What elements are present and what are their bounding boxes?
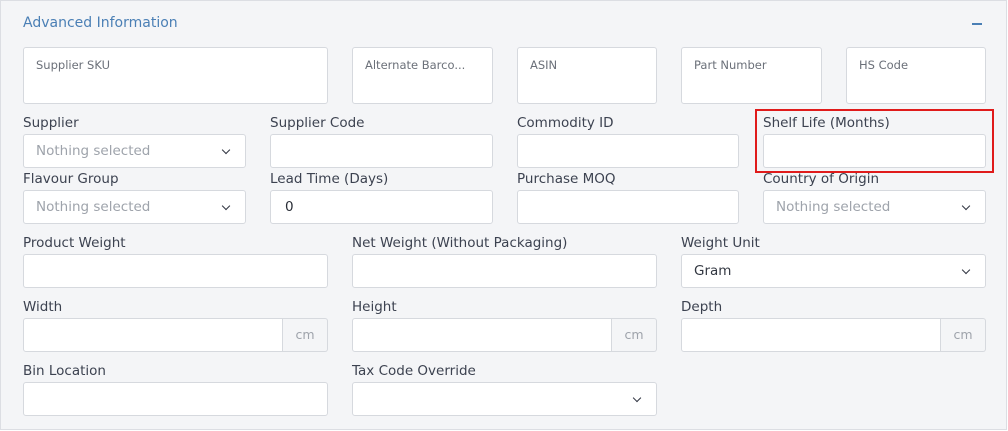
depth-input[interactable] — [681, 318, 941, 352]
supplier-sku-placeholder: Supplier SKU — [36, 58, 110, 72]
alternate-barcode-field[interactable]: Alternate Barco... — [352, 47, 493, 104]
flavour-group-select[interactable]: Nothing selected — [23, 190, 246, 224]
supplier-code-label: Supplier Code — [270, 115, 365, 131]
commodity-id-input[interactable] — [517, 134, 739, 168]
purchase-moq-input[interactable] — [517, 190, 739, 224]
asin-placeholder: ASIN — [530, 58, 558, 72]
chevron-down-icon — [632, 393, 642, 403]
commodity-id-label: Commodity ID — [517, 115, 614, 131]
lead-time-value: 0 — [285, 199, 294, 215]
section-title[interactable]: Advanced Information — [23, 15, 178, 31]
flavour-group-label: Flavour Group — [23, 171, 119, 187]
tax-code-override-select[interactable] — [352, 382, 657, 416]
supplier-select[interactable]: Nothing selected — [23, 134, 246, 168]
supplier-sku-field[interactable]: Supplier SKU — [23, 47, 328, 104]
chevron-down-icon — [961, 201, 971, 211]
tax-code-override-label: Tax Code Override — [352, 363, 476, 379]
part-number-placeholder: Part Number — [694, 58, 767, 72]
flavour-group-value: Nothing selected — [36, 199, 151, 215]
width-input[interactable] — [23, 318, 283, 352]
depth-unit: cm — [941, 318, 986, 352]
minus-icon[interactable] — [969, 13, 985, 33]
country-of-origin-select[interactable]: Nothing selected — [763, 190, 986, 224]
country-of-origin-value: Nothing selected — [776, 199, 891, 215]
net-weight-label: Net Weight (Without Packaging) — [352, 235, 568, 251]
product-weight-label: Product Weight — [23, 235, 126, 251]
asin-field[interactable]: ASIN — [517, 47, 657, 104]
chevron-down-icon — [221, 145, 231, 155]
hs-code-field[interactable]: HS Code — [846, 47, 986, 104]
width-unit: cm — [283, 318, 328, 352]
height-input[interactable] — [352, 318, 612, 352]
depth-label: Depth — [681, 299, 723, 315]
supplier-code-input[interactable] — [270, 134, 493, 168]
chevron-down-icon — [221, 201, 231, 211]
supplier-label: Supplier — [23, 115, 79, 131]
supplier-value: Nothing selected — [36, 143, 151, 159]
lead-time-label: Lead Time (Days) — [270, 171, 389, 187]
bin-location-input[interactable] — [23, 382, 328, 416]
width-label: Width — [23, 299, 63, 315]
part-number-field[interactable]: Part Number — [681, 47, 822, 104]
lead-time-input[interactable]: 0 — [270, 190, 493, 224]
weight-unit-label: Weight Unit — [681, 235, 760, 251]
purchase-moq-label: Purchase MOQ — [517, 171, 616, 187]
bin-location-label: Bin Location — [23, 363, 106, 379]
net-weight-input[interactable] — [352, 254, 657, 288]
hs-code-placeholder: HS Code — [859, 58, 909, 72]
chevron-down-icon — [961, 265, 971, 275]
alternate-barcode-placeholder: Alternate Barco... — [365, 58, 466, 72]
weight-unit-value: Gram — [694, 263, 732, 279]
height-label: Height — [352, 299, 397, 315]
height-unit: cm — [612, 318, 657, 352]
advanced-information-panel: Advanced Information Supplier SKU Altern… — [0, 0, 1007, 430]
weight-unit-select[interactable]: Gram — [681, 254, 986, 288]
shelf-life-highlight — [755, 109, 994, 173]
product-weight-input[interactable] — [23, 254, 328, 288]
